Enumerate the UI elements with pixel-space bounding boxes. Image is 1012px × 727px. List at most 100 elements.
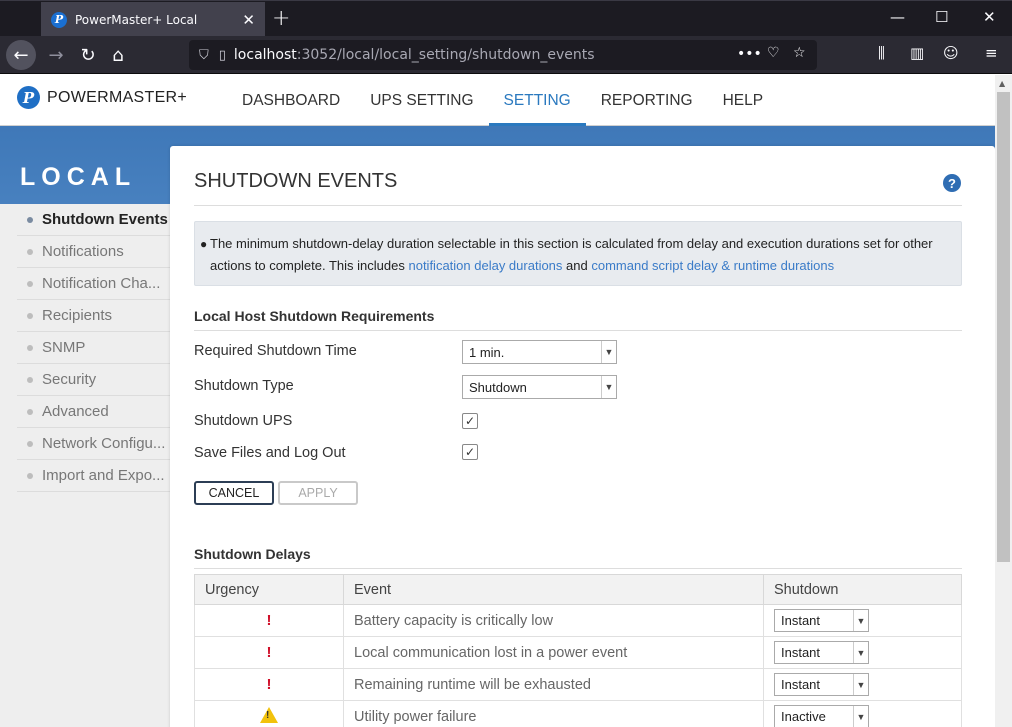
shutdown-type-select[interactable]: Shutdown ▼: [462, 375, 617, 399]
save-files-label: Save Files and Log Out: [194, 445, 346, 461]
select-value: Instant: [781, 613, 821, 628]
scrollbar-thumb[interactable]: [997, 92, 1010, 562]
menu-icon[interactable]: ≡: [985, 44, 998, 62]
sidebar-item-shutdown-events[interactable]: Shutdown Events: [17, 204, 170, 236]
browser-navbar: ← → ↻ ⌂ ⛉ ▯ localhost:3052/local/local_s…: [0, 36, 1012, 74]
content-card: SHUTDOWN EVENTS ? ● The minimum shutdown…: [170, 146, 995, 727]
sidebar-toggle-icon[interactable]: ▥: [910, 44, 924, 62]
sidebar-item-label: Notification Cha...: [42, 275, 161, 292]
browser-tabbar: P PowerMaster+ Local ✕ + — ☐ ✕: [0, 0, 1012, 37]
logo-text: POWERMASTER+: [47, 88, 188, 106]
logo[interactable]: P POWERMASTER+: [17, 86, 187, 109]
column-header-shutdown[interactable]: Shutdown: [763, 574, 962, 605]
nav-reporting[interactable]: REPORTING: [586, 75, 708, 126]
sidebar-item-label: SNMP: [42, 339, 86, 356]
divider: [194, 568, 962, 569]
table-header-row: Urgency Event Shutdown: [194, 574, 962, 605]
page-actions-icon[interactable]: •••: [737, 46, 762, 62]
select-value: Shutdown: [469, 379, 527, 395]
sidebar-item-notifications[interactable]: Notifications: [17, 236, 170, 268]
required-time-label: Required Shutdown Time: [194, 343, 357, 359]
pocket-icon[interactable]: ♡: [767, 45, 780, 61]
shutdown-delay-select[interactable]: Instant ▼: [774, 609, 869, 632]
table-row: ! Utility power failure Inactive ▼: [194, 700, 962, 727]
nav-help[interactable]: HELP: [708, 75, 779, 126]
notification-delay-link[interactable]: notification delay durations: [408, 258, 562, 273]
sidebar-item-label: Import and Expo...: [42, 467, 165, 484]
info-note: ● The minimum shutdown-delay duration se…: [194, 221, 962, 286]
browser-tab[interactable]: P PowerMaster+ Local ✕: [41, 2, 265, 37]
page-title: SHUTDOWN EVENTS: [194, 170, 398, 192]
sidebar-item-network-configuration[interactable]: Network Configu...: [17, 428, 170, 460]
app-header: P POWERMASTER+ DASHBOARD UPS SETTING SET…: [0, 75, 995, 126]
chevron-down-icon: ▼: [853, 674, 868, 695]
bookmark-star-icon[interactable]: ☆: [793, 45, 806, 61]
chevron-down-icon: ▼: [601, 341, 616, 363]
shutdown-delay-select[interactable]: Instant ▼: [774, 673, 869, 696]
sidebar-item-security[interactable]: Security: [17, 364, 170, 396]
bullet-icon: [27, 280, 33, 287]
critical-urgency-icon: !: [194, 668, 344, 701]
shutdown-delay-select[interactable]: Inactive ▼: [774, 705, 869, 727]
event-cell: Remaining runtime will be exhausted: [343, 668, 764, 701]
bullet-icon: [27, 376, 33, 383]
warning-urgency-icon: !: [260, 706, 278, 723]
sidebar-item-recipients[interactable]: Recipients: [17, 300, 170, 332]
save-files-checkbox[interactable]: ✓: [462, 444, 478, 460]
bullet-icon: [27, 472, 33, 479]
cancel-button[interactable]: CANCEL: [194, 481, 274, 505]
sidebar-item-advanced[interactable]: Advanced: [17, 396, 170, 428]
sidebar-item-label: Advanced: [42, 403, 109, 420]
shutdown-ups-label: Shutdown UPS: [194, 413, 293, 429]
shutdown-delays-table: Urgency Event Shutdown ! Battery capacit…: [194, 574, 962, 727]
close-tab-icon[interactable]: ✕: [242, 11, 255, 29]
nav-dashboard[interactable]: DASHBOARD: [227, 75, 355, 126]
reload-icon[interactable]: ↻: [74, 41, 102, 69]
apply-button[interactable]: APPLY: [278, 481, 358, 505]
library-icon[interactable]: ⫼: [878, 44, 885, 62]
maximize-icon[interactable]: ☐: [935, 8, 948, 26]
scroll-up-icon[interactable]: ▲: [999, 79, 1005, 88]
url-path: :3052/local/local_setting/shutdown_event…: [296, 47, 595, 63]
sidebar-item-import-export[interactable]: Import and Expo...: [17, 460, 170, 492]
close-window-icon[interactable]: ✕: [983, 8, 996, 26]
sidebar-item-label: Security: [42, 371, 97, 388]
page-scrollbar[interactable]: ▲: [995, 75, 1012, 727]
sidebar: Shutdown Events Notifications Notificati…: [0, 204, 170, 727]
account-icon[interactable]: ☺: [943, 44, 959, 62]
sidebar-item-notification-channels[interactable]: Notification Cha...: [17, 268, 170, 300]
bullet-icon: [27, 440, 33, 447]
shield-icon[interactable]: ⛉: [199, 48, 209, 63]
note-and: and: [562, 258, 592, 273]
sidebar-item-snmp[interactable]: SNMP: [17, 332, 170, 364]
divider: [194, 205, 962, 206]
chevron-down-icon: ▼: [853, 642, 868, 663]
column-header-urgency[interactable]: Urgency: [194, 574, 344, 605]
chevron-down-icon: ▼: [601, 376, 616, 398]
shutdown-ups-checkbox[interactable]: ✓: [462, 413, 478, 429]
help-icon[interactable]: ?: [943, 174, 961, 192]
home-icon[interactable]: ⌂: [104, 41, 132, 69]
nav-setting[interactable]: SETTING: [488, 75, 586, 126]
minimize-icon[interactable]: —: [890, 8, 905, 26]
new-tab-icon[interactable]: +: [272, 6, 290, 31]
back-icon[interactable]: ←: [6, 40, 36, 70]
sidebar-item-label: Network Configu...: [42, 435, 166, 452]
bullet-icon: [27, 408, 33, 415]
section-title: LOCAL: [20, 163, 137, 191]
page-icon: ▯: [218, 47, 226, 63]
url-bar[interactable]: ⛉ ▯ localhost:3052/local/local_setting/s…: [189, 40, 817, 70]
nav-ups-setting[interactable]: UPS SETTING: [355, 75, 488, 126]
required-time-select[interactable]: 1 min. ▼: [462, 340, 617, 364]
command-script-delay-link[interactable]: command script delay & runtime durations: [591, 258, 834, 273]
shutdown-delay-select[interactable]: Instant ▼: [774, 641, 869, 664]
event-cell: Local communication lost in a power even…: [343, 636, 764, 669]
column-header-event[interactable]: Event: [343, 574, 764, 605]
select-value: Instant: [781, 645, 821, 660]
forward-icon[interactable]: →: [42, 41, 70, 69]
bullet-icon: [27, 216, 33, 223]
shutdown-delays-title: Shutdown Delays: [194, 546, 311, 562]
bullet-icon: ●: [200, 237, 208, 251]
powermaster-favicon-icon: P: [51, 11, 67, 28]
bullet-icon: [27, 248, 33, 255]
